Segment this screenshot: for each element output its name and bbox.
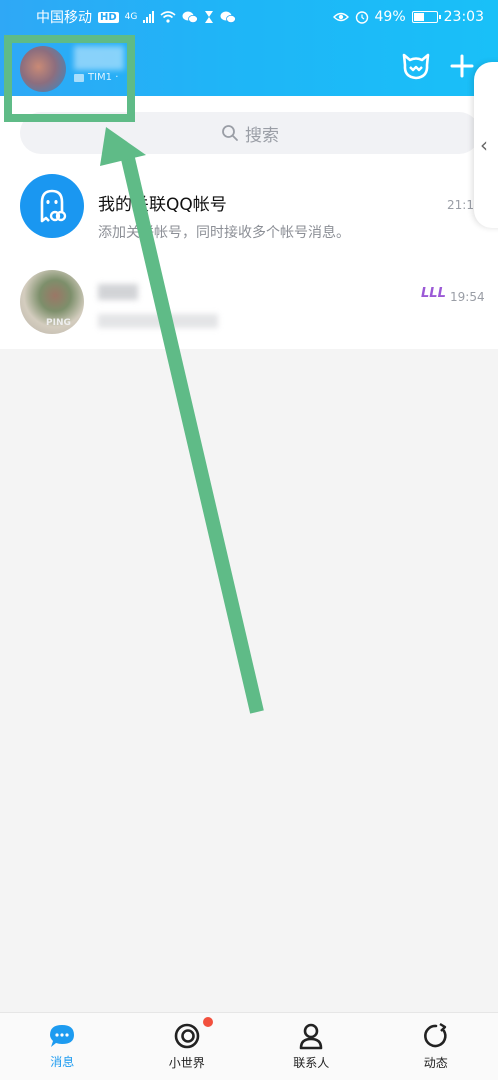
- search-icon: [222, 125, 238, 141]
- tab-messages-label: 消息: [50, 1055, 75, 1069]
- clock: 23:03: [443, 9, 484, 25]
- wechat-icon-2: [220, 11, 237, 23]
- bottom-nav: 消息 小世界 联系人 动态: [0, 1012, 498, 1080]
- status-bar: 中国移动 HD 4G 49% 23:03: [0, 0, 498, 34]
- tab-messages[interactable]: 消息: [0, 1013, 125, 1080]
- contacts-icon: [299, 1023, 323, 1050]
- avatar-text: PING: [46, 318, 71, 328]
- eye-icon: [332, 12, 349, 22]
- signal-icon: [143, 11, 155, 23]
- hourglass-icon: [205, 11, 214, 23]
- tab-contacts-label: 联系人: [293, 1056, 330, 1070]
- list-item-contact[interactable]: PING LLL 19:54: [0, 258, 498, 344]
- chevron-left-icon: ‹: [480, 133, 488, 157]
- tab-contacts[interactable]: 联系人: [249, 1013, 374, 1080]
- vip-badge: LLL: [421, 286, 446, 301]
- linked-account-subtitle: 添加关联帐号，同时接收多个帐号消息。: [98, 225, 350, 241]
- battery-icon: [411, 11, 441, 23]
- feed-icon: [423, 1022, 447, 1048]
- side-drawer-tab[interactable]: ‹: [474, 62, 498, 228]
- list-item-linked-accounts[interactable]: 我的关联QQ帐号 添加关联帐号，同时接收多个帐号消息。 21:13: [0, 162, 498, 248]
- fox-face-icon: [402, 53, 430, 80]
- wifi-icon: [160, 11, 176, 23]
- tab-small-world-label: 小世界: [168, 1056, 205, 1070]
- carrier-label: 中国移动: [36, 10, 92, 26]
- small-world-icon: [174, 1023, 200, 1049]
- tab-feed[interactable]: 动态: [374, 1013, 498, 1080]
- tab-feed-label: 动态: [423, 1056, 448, 1070]
- qq-ghost-link-icon: [40, 189, 67, 223]
- plus-icon: [450, 54, 474, 78]
- mini-app-button[interactable]: [398, 48, 434, 84]
- linked-account-avatar: [20, 174, 84, 238]
- tab-small-world[interactable]: 小世界: [125, 1013, 250, 1080]
- wechat-icon: [182, 11, 199, 23]
- message-icon: [50, 1025, 75, 1047]
- alarm-icon: [355, 11, 368, 24]
- contact-avatar: PING: [20, 270, 84, 334]
- highlight-box: [4, 35, 135, 122]
- search-placeholder: 搜索: [245, 125, 279, 146]
- contact-name: [98, 284, 138, 300]
- linked-account-title: 我的关联QQ帐号: [98, 195, 227, 215]
- contact-time: 19:54: [450, 290, 485, 304]
- battery-percent: 49%: [374, 9, 406, 25]
- hd-badge: HD: [98, 11, 119, 23]
- contact-last-message: [98, 314, 218, 328]
- notification-dot: [203, 1017, 213, 1027]
- network-label: 4G: [124, 12, 138, 22]
